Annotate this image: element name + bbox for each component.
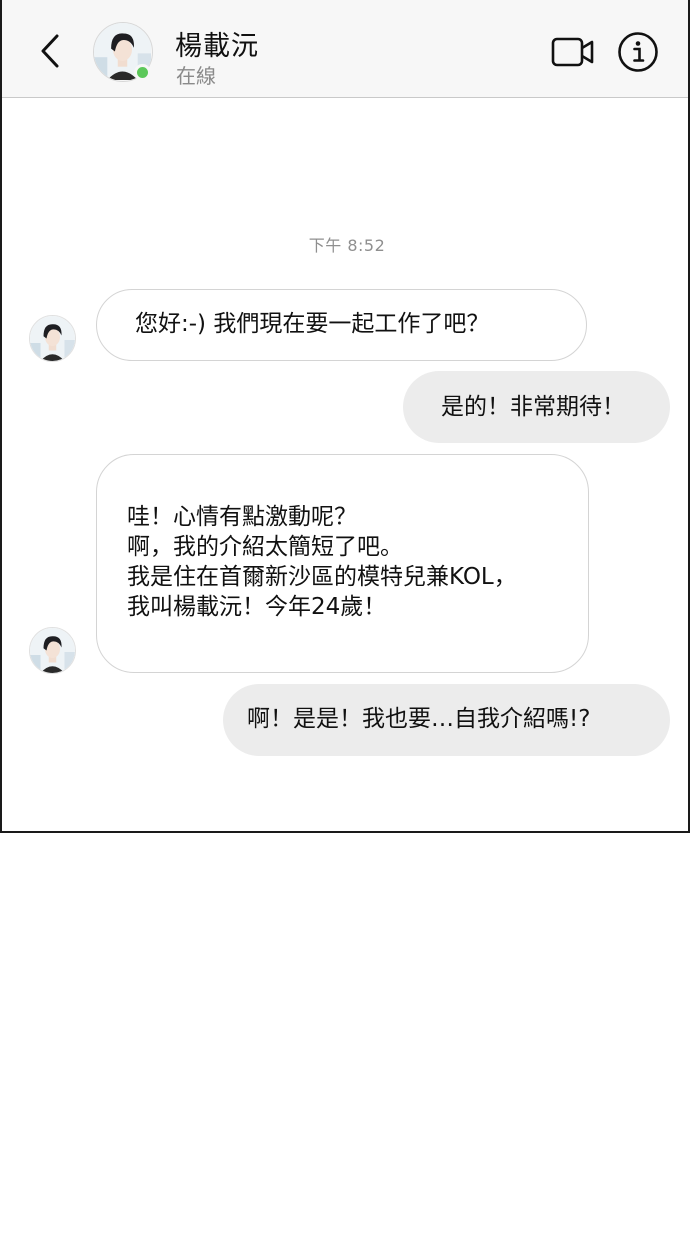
- video-call-icon: [551, 37, 594, 67]
- contact-name[interactable]: 楊載沅: [175, 24, 259, 63]
- message-avatar[interactable]: [29, 627, 76, 674]
- incoming-message-bubble[interactable]: 您好:-) 我們現在要一起工作了吧？: [96, 289, 587, 361]
- chat-header: 楊載沅 在線: [2, 0, 688, 98]
- message-text: 是的！非常期待！: [441, 394, 625, 420]
- incoming-message-bubble[interactable]: 哇！心情有點激動呢？ 啊，我的介紹太簡短了吧。 我是住在首爾新沙區的模特兒兼KO…: [96, 454, 589, 673]
- message-text-line: 我是住在首爾新沙區的模特兒兼KOL，: [127, 564, 517, 590]
- back-arrow-icon: [41, 34, 59, 68]
- outgoing-message-bubble[interactable]: 啊！是是！我也要…自我介紹嗎!?: [223, 684, 670, 756]
- outgoing-message-bubble[interactable]: 是的！非常期待！: [403, 371, 670, 443]
- message-text-line: 我叫楊載沅！今年24歲！: [127, 594, 387, 620]
- message-text-line: 哇！心情有點激動呢？: [127, 504, 357, 530]
- chat-timestamp: 下午 8:52: [308, 236, 386, 255]
- video-call-button[interactable]: [550, 32, 596, 72]
- contact-status: 在線: [176, 64, 216, 88]
- avatar-image: [30, 628, 75, 673]
- message-text: 啊！是是！我也要…自我介紹嗎!?: [247, 706, 591, 732]
- chat-window: 楊載沅 在線 下午 8:52 您好:-) 我們現在要一起工作了吧？ 是的！非常期…: [0, 0, 690, 833]
- info-icon: [618, 32, 658, 72]
- avatar-image: [30, 316, 75, 361]
- message-text: 您好:-) 我們現在要一起工作了吧？: [135, 311, 490, 337]
- info-button[interactable]: [616, 30, 660, 74]
- message-avatar[interactable]: [29, 315, 76, 362]
- online-status-dot: [134, 64, 151, 81]
- message-text-line: 啊，我的介紹太簡短了吧。: [127, 534, 403, 560]
- back-button[interactable]: [32, 30, 68, 72]
